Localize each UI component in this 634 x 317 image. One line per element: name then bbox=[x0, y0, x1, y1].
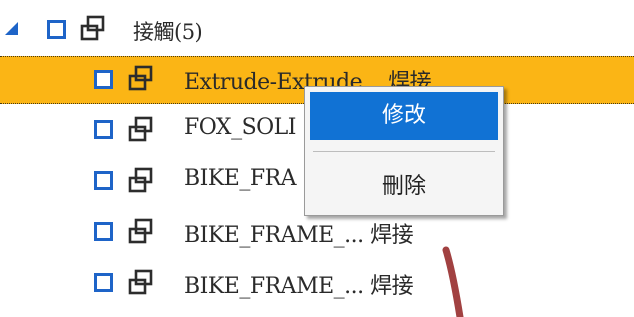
tree-node-label: BIKE_FRA bbox=[184, 166, 297, 191]
menu-separator bbox=[313, 151, 495, 152]
checkbox[interactable] bbox=[94, 222, 113, 241]
tree-node-label: BIKE_FRAME_... 焊接 bbox=[184, 274, 414, 299]
tree-node-label: FOX_SOLI bbox=[184, 115, 296, 140]
menu-item-modify[interactable]: 修改 bbox=[310, 92, 498, 140]
tree-node-item-5[interactable]: BIKE_FRAME_... 焊接 bbox=[0, 259, 634, 309]
menu-item-delete[interactable]: 刪除 bbox=[310, 163, 498, 211]
context-menu: 修改 刪除 bbox=[304, 86, 504, 216]
checkbox[interactable] bbox=[94, 120, 113, 139]
tree-node-label: BIKE_FRAME_... 焊接 bbox=[184, 223, 414, 248]
assembly-icon bbox=[128, 116, 153, 142]
assembly-icon bbox=[128, 218, 153, 244]
tree-node-contacts[interactable]: 接觸(5) bbox=[0, 6, 634, 56]
checkbox[interactable] bbox=[94, 171, 113, 190]
assembly-icon bbox=[128, 167, 153, 193]
checkbox[interactable] bbox=[94, 70, 113, 89]
triangle-expanded-icon[interactable] bbox=[2, 19, 20, 37]
checkbox[interactable] bbox=[94, 273, 113, 292]
assembly-icon bbox=[80, 15, 105, 41]
assembly-icon bbox=[128, 269, 153, 295]
checkbox[interactable] bbox=[47, 20, 66, 39]
assembly-icon bbox=[128, 65, 153, 91]
tree-node-label: 接觸(5) bbox=[133, 20, 203, 44]
